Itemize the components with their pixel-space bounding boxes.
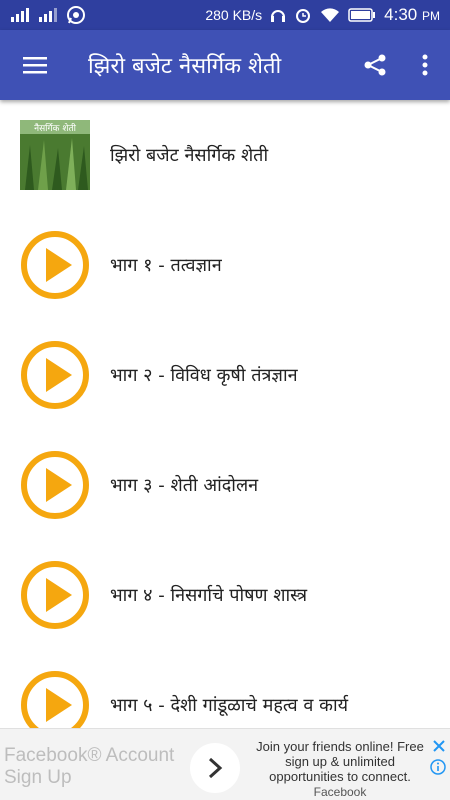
list-item-label: भाग ३ - शेती आंदोलन xyxy=(110,475,259,496)
ad-brand: Facebook xyxy=(313,785,367,799)
thumbnail-text: नैसर्गिक शेती xyxy=(34,122,77,134)
play-icon[interactable] xyxy=(20,230,90,300)
wifi-icon xyxy=(321,8,340,22)
thumbnail-image: नैसर्गिक शेती xyxy=(20,120,90,190)
play-icon[interactable] xyxy=(20,670,90,728)
list-item-label: भाग ५ - देशी गांडूळाचे महत्व व कार्य xyxy=(110,695,349,716)
clock-time: 4:30 PM xyxy=(384,5,440,24)
episode-list: नैसर्गिक शेती झिरो बजेट नैसर्गिक शेती भा… xyxy=(0,100,450,728)
status-bar: 280 KB/s 4:30 PM xyxy=(0,0,450,30)
ad-banner[interactable]: Facebook® Account Sign Up Join your frie… xyxy=(0,728,450,800)
list-item-label: भाग ४ - निसर्गाचे पोषण शास्त्र xyxy=(110,585,308,606)
headset-icon xyxy=(271,10,286,22)
list-item-label: झिरो बजेट नैसर्गिक शेती xyxy=(110,145,269,166)
signal-2-icon xyxy=(39,8,57,22)
app-bar: झिरो बजेट नैसर्गिक शेती xyxy=(0,30,450,100)
list-item-header[interactable]: नैसर्गिक शेती झिरो बजेट नैसर्गिक शेती xyxy=(0,100,450,210)
list-item-label: भाग २ - विविध कृषी तंत्रज्ञान xyxy=(110,365,298,386)
share-icon xyxy=(364,54,386,76)
list-item[interactable]: भाग ३ - शेती आंदोलन xyxy=(0,430,450,540)
list-item[interactable]: भाग २ - विविध कृषी तंत्रज्ञान xyxy=(0,320,450,430)
page-title: झिरो बजेट नैसर्गिक शेती xyxy=(88,54,282,79)
menu-button[interactable] xyxy=(0,30,70,100)
alarm-icon xyxy=(296,9,311,23)
list-item-label: भाग १ - तत्वज्ञान xyxy=(110,255,222,276)
status-left-icons xyxy=(10,5,86,25)
list-item[interactable]: भाग ४ - निसर्गाचे पोषण शास्त्र xyxy=(0,540,450,650)
share-button[interactable] xyxy=(350,30,400,100)
whatsapp-icon xyxy=(67,6,85,24)
signal-icon xyxy=(11,8,29,22)
hamburger-icon xyxy=(23,57,47,74)
chevron-right-icon xyxy=(208,757,223,779)
play-icon[interactable] xyxy=(20,450,90,520)
list-item[interactable]: भाग १ - तत्वज्ञान xyxy=(0,210,450,320)
info-icon[interactable] xyxy=(430,759,446,775)
close-icon[interactable] xyxy=(432,739,446,753)
play-icon[interactable] xyxy=(20,560,90,630)
ad-headline[interactable]: Facebook® Account Sign Up xyxy=(4,745,194,789)
network-speed: 280 KB/s xyxy=(205,7,263,23)
battery-icon xyxy=(348,8,376,22)
more-vert-icon xyxy=(422,54,428,76)
ad-description[interactable]: Join your friends online! Free sign up &… xyxy=(250,739,430,784)
ad-open-button[interactable] xyxy=(190,743,240,793)
status-right-icons: 280 KB/s 4:30 PM xyxy=(205,5,440,25)
more-options-button[interactable] xyxy=(400,30,450,100)
play-icon[interactable] xyxy=(20,340,90,410)
list-item[interactable]: भाग ५ - देशी गांडूळाचे महत्व व कार्य xyxy=(0,650,450,728)
